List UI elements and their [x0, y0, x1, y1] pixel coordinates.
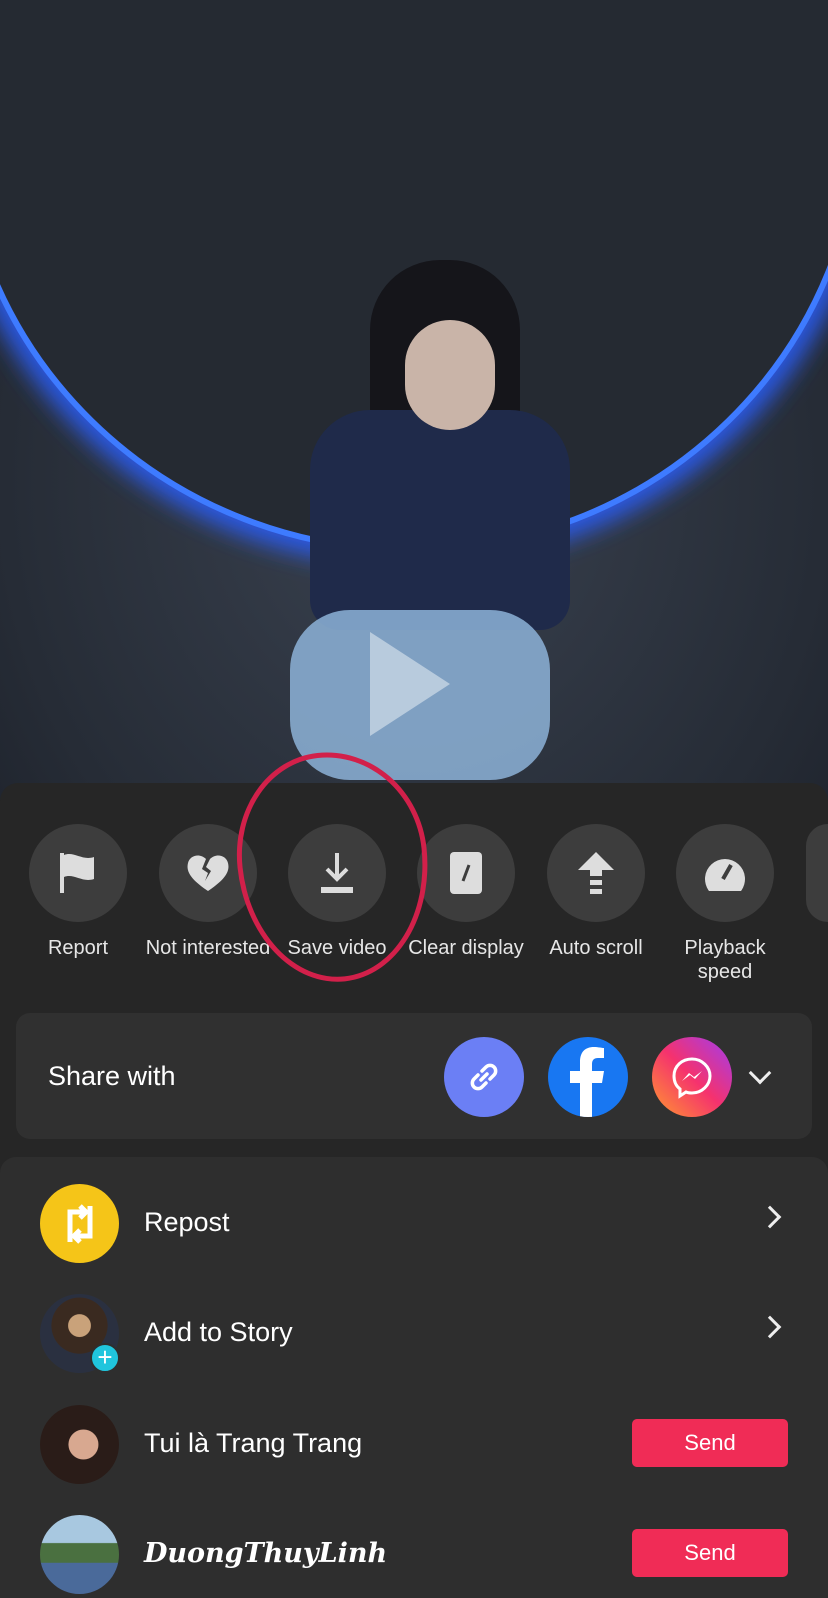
- video-player[interactable]: [0, 0, 828, 800]
- repost-icon: [40, 1184, 119, 1263]
- more-action-button[interactable]: [806, 824, 828, 922]
- auto-scroll-icon: [547, 824, 645, 922]
- report-button[interactable]: Report: [13, 824, 143, 960]
- send-button[interactable]: Send: [632, 1419, 788, 1467]
- link-icon: [470, 1063, 498, 1091]
- contact-row: Tui là Trang Trang Send: [0, 1394, 828, 1488]
- report-label: Report: [47, 937, 109, 959]
- share-with-title: Share with: [48, 1061, 176, 1091]
- chevron-right-icon: [758, 1205, 782, 1229]
- play-icon[interactable]: [370, 632, 450, 736]
- plus-icon: +: [90, 1343, 120, 1373]
- clear-display-label: Clear display: [408, 937, 524, 959]
- messenger-icon: [672, 1057, 712, 1099]
- add-to-story-row[interactable]: + Add to Story: [0, 1283, 828, 1377]
- not-interested-label: Not interested: [145, 937, 271, 959]
- send-button[interactable]: Send: [632, 1529, 788, 1577]
- flag-icon: [29, 824, 127, 922]
- messenger-button[interactable]: [652, 1037, 732, 1117]
- playback-speed-label: Playback speed: [684, 937, 766, 983]
- contact-name: DuongThuyLinh: [144, 1538, 388, 1569]
- avatar: [40, 1515, 119, 1594]
- chevron-right-icon: [758, 1315, 782, 1339]
- clear-display-icon: [417, 824, 515, 922]
- add-to-story-label: Add to Story: [144, 1317, 293, 1347]
- contact-row: DuongThuyLinh Send: [0, 1504, 828, 1598]
- repost-row[interactable]: Repost: [0, 1173, 828, 1267]
- chevron-down-icon[interactable]: [748, 1061, 772, 1085]
- playback-speed-button[interactable]: Playback speed: [660, 824, 790, 984]
- speedometer-icon: [676, 824, 774, 922]
- share-with-panel: Share with: [16, 1013, 812, 1139]
- contact-name: Tui là Trang Trang: [144, 1428, 363, 1458]
- auto-scroll-label: Auto scroll: [549, 937, 643, 959]
- facebook-icon: [570, 1047, 604, 1117]
- repost-label: Repost: [144, 1207, 230, 1237]
- avatar: [40, 1405, 119, 1484]
- facebook-button[interactable]: [548, 1037, 628, 1117]
- copy-link-button[interactable]: [444, 1037, 524, 1117]
- auto-scroll-button[interactable]: Auto scroll: [531, 824, 661, 960]
